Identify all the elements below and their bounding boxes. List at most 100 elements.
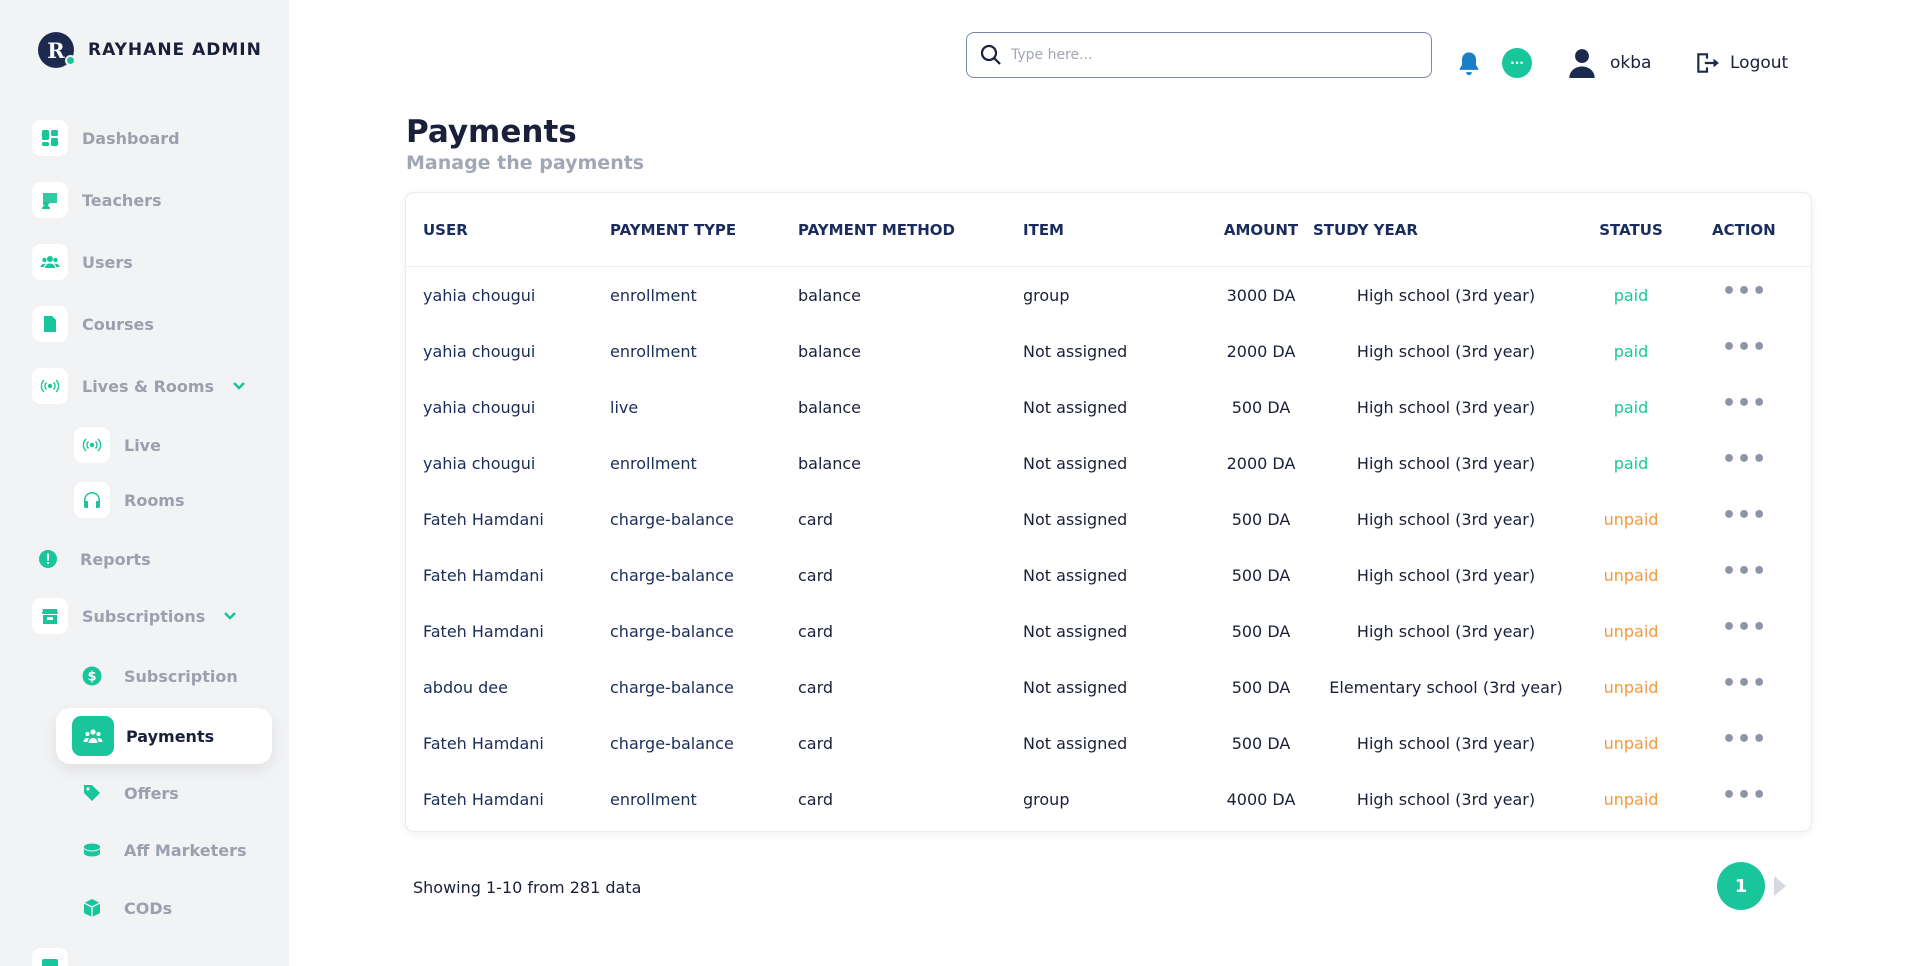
next-page-icon[interactable] <box>1772 874 1788 898</box>
store-icon <box>32 598 68 634</box>
sidebar-item-payments[interactable]: Payments <box>56 708 272 764</box>
column-header-amount[interactable]: AMOUNT <box>1206 221 1316 239</box>
cell-item: Not assigned <box>1023 734 1128 753</box>
sidebar-item-dashboard[interactable]: Dashboard <box>32 120 180 156</box>
search-icon <box>980 44 1001 65</box>
cell-payment-method: balance <box>798 454 861 473</box>
sidebar-item-lives-rooms[interactable]: Lives & Rooms <box>32 368 246 404</box>
cell-user[interactable]: Fateh Hamdani <box>423 622 544 641</box>
cell-payment-type: charge-balance <box>610 622 734 641</box>
cell-user[interactable]: Fateh Hamdani <box>423 734 544 753</box>
cell-study-year: High school (3rd year) <box>1356 734 1536 753</box>
notification-bell-icon[interactable] <box>1455 50 1483 78</box>
more-actions-icon[interactable]: ••• <box>1722 673 1766 695</box>
sidebar-item-offers[interactable]: Offers <box>74 775 179 811</box>
user-menu[interactable]: okba <box>1568 48 1651 78</box>
cell-study-year: Elementary school (3rd year) <box>1329 678 1563 697</box>
cell-payment-method: balance <box>798 342 861 361</box>
table-row: abdou dee charge-balance card Not assigned 5… <box>406 659 1811 715</box>
status-label: paid <box>1613 286 1649 305</box>
landing-icon <box>32 948 68 966</box>
more-actions-icon[interactable]: ••• <box>1722 337 1766 359</box>
sidebar-item-label: Lives & Rooms <box>82 376 215 396</box>
cell-item: Not assigned <box>1023 398 1128 417</box>
cell-payment-method: card <box>798 622 834 641</box>
sidebar-item-users[interactable]: Users <box>32 244 133 280</box>
logout-icon <box>1697 53 1719 73</box>
cell-payment-type: charge-balance <box>610 510 734 529</box>
sidebar-item-subscriptions[interactable]: Subscriptions <box>32 598 237 634</box>
cell-item: Not assigned <box>1023 454 1128 473</box>
more-actions-icon[interactable]: ••• <box>1722 561 1766 583</box>
cell-item: Not assigned <box>1023 678 1128 697</box>
sidebar-item-aff-marketers[interactable]: Aff Marketers <box>74 832 247 868</box>
cell-user[interactable]: Fateh Hamdani <box>423 790 544 809</box>
cell-user[interactable]: yahia chougui <box>423 342 535 361</box>
status-label: paid <box>1613 342 1649 361</box>
more-actions-icon[interactable]: ••• <box>1722 785 1766 807</box>
sidebar-item-rooms[interactable]: Rooms <box>74 482 185 518</box>
sidebar-item-teachers[interactable]: Teachers <box>32 182 162 218</box>
sidebar-item-label: Live <box>124 435 161 455</box>
cell-user[interactable]: yahia chougui <box>423 398 535 417</box>
status-label: unpaid <box>1603 510 1659 529</box>
sidebar-item-label: Users <box>82 252 133 272</box>
column-header-item[interactable]: ITEM <box>1023 221 1064 239</box>
brand[interactable]: R RAYHANE ADMIN <box>38 32 262 68</box>
column-header-status[interactable]: STATUS <box>1576 221 1686 239</box>
sidebar-item-courses[interactable]: Courses <box>32 306 154 342</box>
column-header-payment-type[interactable]: PAYMENT TYPE <box>610 221 736 239</box>
column-header-study-year[interactable]: STUDY YEAR <box>1313 221 1418 239</box>
page-title: Payments <box>406 114 577 150</box>
chevron-down-icon[interactable] <box>232 379 246 393</box>
more-actions-icon[interactable]: ••• <box>1722 505 1766 527</box>
cell-payment-type: enrollment <box>610 790 697 809</box>
cell-amount: 3000 DA <box>1226 286 1296 305</box>
sidebar-item-cods[interactable]: CODs <box>74 890 172 926</box>
cell-item: Not assigned <box>1023 510 1128 529</box>
table-header: USER PAYMENT TYPE PAYMENT METHOD ITEM AM… <box>406 193 1811 267</box>
cell-payment-type: enrollment <box>610 286 697 305</box>
payments-table: USER PAYMENT TYPE PAYMENT METHOD ITEM AM… <box>406 193 1811 831</box>
chat-dots: ··· <box>1510 56 1524 70</box>
cell-study-year: High school (3rd year) <box>1356 286 1536 305</box>
sidebar-item-label: Offers <box>124 783 179 803</box>
status-label: unpaid <box>1603 678 1659 697</box>
more-actions-icon[interactable]: ••• <box>1722 281 1766 303</box>
sidebar-item-subscription[interactable]: $ Subscription <box>74 658 238 694</box>
table-row: Fateh Hamdani charge-balance card Not assig… <box>406 715 1811 771</box>
cell-study-year: High school (3rd year) <box>1356 790 1536 809</box>
more-actions-icon[interactable]: ••• <box>1722 729 1766 751</box>
sidebar-item-reports[interactable]: Reports <box>30 541 151 577</box>
cell-user[interactable]: yahia chougui <box>423 454 535 473</box>
column-header-payment-method[interactable]: PAYMENT METHOD <box>798 221 955 239</box>
search-input[interactable] <box>1011 47 1411 63</box>
svg-text:$: $ <box>87 670 96 685</box>
cell-payment-type: charge-balance <box>610 566 734 585</box>
sidebar-item-label: Aff Marketers <box>124 840 247 860</box>
logout-button[interactable]: Logout <box>1694 50 1788 76</box>
sidebar-item-live[interactable]: Live <box>74 427 161 463</box>
chat-icon[interactable]: ··· <box>1502 48 1532 78</box>
search-bar[interactable] <box>966 32 1432 78</box>
cell-user[interactable]: Fateh Hamdani <box>423 510 544 529</box>
cell-user[interactable]: yahia chougui <box>423 286 535 305</box>
sidebar-item-label: Rooms <box>124 490 185 510</box>
teacher-board-icon <box>32 182 68 218</box>
more-actions-icon[interactable]: ••• <box>1722 393 1766 415</box>
document-icon <box>32 306 68 342</box>
sidebar-item-label: Courses <box>82 314 154 334</box>
alert-icon <box>30 541 66 577</box>
username: okba <box>1610 53 1652 73</box>
cell-item: Not assigned <box>1023 566 1128 585</box>
more-actions-icon[interactable]: ••• <box>1722 617 1766 639</box>
cell-item: Not assigned <box>1023 622 1128 641</box>
more-actions-icon[interactable]: ••• <box>1722 449 1766 471</box>
cell-study-year: High school (3rd year) <box>1356 510 1536 529</box>
cell-payment-method: card <box>798 734 834 753</box>
cell-user[interactable]: abdou dee <box>423 678 508 697</box>
page-button-current[interactable]: 1 <box>1717 862 1765 910</box>
chevron-down-icon[interactable] <box>223 609 237 623</box>
column-header-user[interactable]: USER <box>423 221 468 239</box>
cell-user[interactable]: Fateh Hamdani <box>423 566 544 585</box>
